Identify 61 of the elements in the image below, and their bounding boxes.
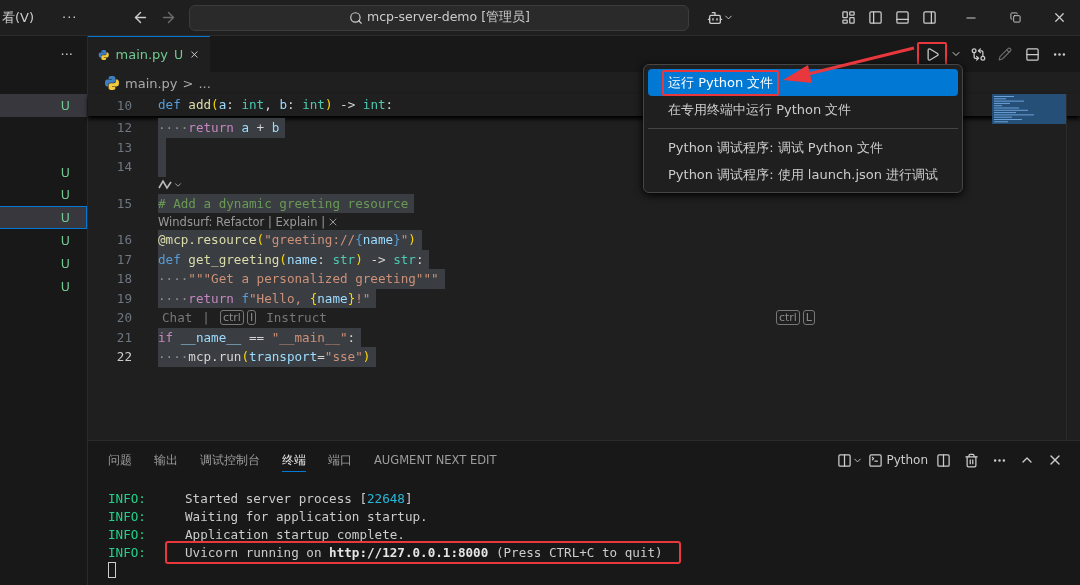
terminal-cursor	[108, 562, 116, 578]
breadcrumb-separator: >	[182, 75, 194, 91]
log-level: INFO:	[108, 508, 147, 524]
log-message: Uvicorn running on http://127.0.0.1:8000 (Press CTRL+C to quit)	[165, 540, 681, 564]
play-icon	[924, 46, 940, 62]
panel-tab[interactable]: AUGMENT NEXT EDIT	[374, 449, 497, 471]
key-cap: ctrl	[775, 310, 800, 326]
file-row[interactable]: U	[0, 274, 87, 298]
more-menu[interactable]: ···	[60, 46, 73, 62]
panel-tab[interactable]: 输出	[154, 448, 178, 472]
editor-tab[interactable]: main.py U	[88, 36, 210, 72]
line-number: 15	[115, 195, 132, 211]
line-number: 20	[115, 310, 132, 326]
line-number: 12	[115, 120, 132, 136]
line-number: 14	[115, 159, 132, 175]
line-number: 16	[115, 232, 132, 248]
instruct-hint: Instruct	[266, 310, 327, 326]
command-search-field[interactable]: mcp-server-demo [管理员]	[189, 4, 690, 31]
search-icon	[348, 10, 363, 25]
panel-tab[interactable]: 端口	[328, 448, 352, 472]
log-message: Waiting for application startup.	[184, 507, 429, 526]
menu-item[interactable]: 在专用终端中运行 Python 文件	[648, 96, 958, 123]
chat-hint: Chat	[162, 310, 193, 326]
terminal-icon	[868, 452, 884, 468]
minimap-drawing[interactable]	[992, 94, 1066, 126]
code-lens-actions[interactable]: Windsurf: Refactor | Explain |	[158, 214, 326, 229]
menu-item[interactable]: 运行 Python 文件	[648, 69, 958, 96]
python-icon	[104, 75, 120, 91]
hint-separator: |	[202, 310, 210, 326]
file-row[interactable]: U	[0, 160, 87, 184]
file-row[interactable]: U	[0, 252, 87, 275]
breadcrumb-symbols[interactable]: ...	[198, 75, 211, 91]
log-level: INFO:	[108, 526, 147, 542]
menu-item[interactable]: Python 调试程序: 使用 launch.json 进行调试	[648, 161, 958, 188]
line-number: 13	[115, 139, 132, 155]
key-cap: ctrl	[219, 310, 244, 326]
file-row[interactable]: U	[0, 206, 87, 230]
more-menu[interactable]: ···	[62, 10, 78, 25]
menu-item[interactable]: Python 调试程序: 调试 Python 文件	[648, 134, 958, 161]
terminal-tab[interactable]: Python	[868, 452, 928, 468]
key-cap: I	[246, 310, 257, 326]
file-row[interactable]: U	[0, 229, 87, 252]
file-row[interactable]: U	[0, 183, 87, 207]
line-number: 19	[115, 290, 132, 306]
panel-tab[interactable]: 终端	[282, 448, 306, 472]
view-menu[interactable]: 看(V)	[2, 8, 35, 27]
breadcrumb-file[interactable]: main.py	[125, 75, 178, 91]
log-level: INFO:	[108, 544, 147, 560]
windsurf-icon[interactable]	[158, 179, 183, 191]
line-number: 10	[115, 97, 132, 113]
panel-tab[interactable]: 调试控制台	[200, 448, 260, 472]
file-row[interactable]: U	[0, 94, 87, 117]
line-number: 21	[115, 329, 132, 345]
log-message: Started server process [22648]	[184, 489, 414, 508]
log-level: INFO:	[108, 490, 147, 506]
line-number: 17	[115, 251, 132, 267]
line-number: 18	[115, 271, 132, 287]
line-number: 22	[115, 349, 132, 365]
panel-tab[interactable]: 问题	[108, 448, 132, 472]
key-cap: L	[802, 310, 815, 326]
code-line: def add(a: int, b: int) -> int:	[158, 96, 395, 115]
